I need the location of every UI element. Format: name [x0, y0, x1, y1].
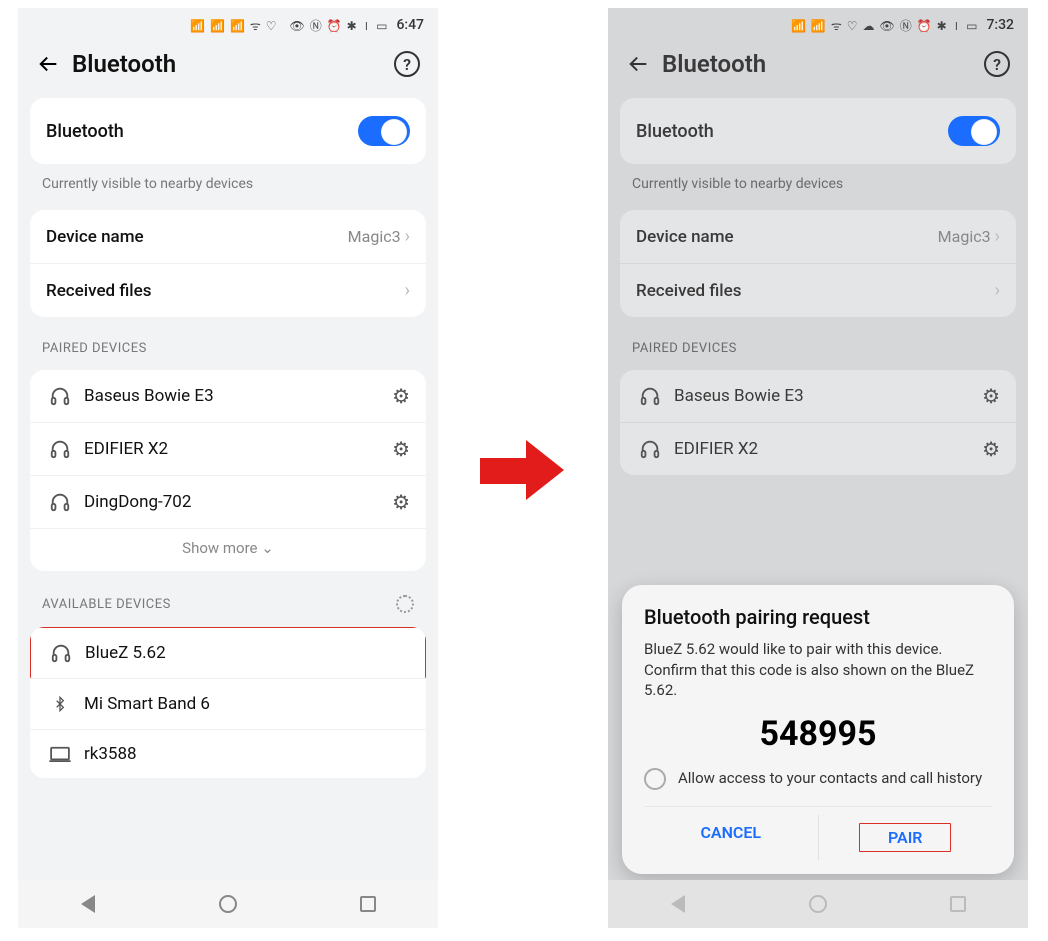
- device-label: Mi Smart Band 6: [84, 694, 410, 714]
- paired-device-row[interactable]: EDIFIER X2 ⚙: [30, 423, 426, 476]
- bluetooth-toggle-row[interactable]: Bluetooth: [620, 98, 1016, 164]
- available-devices-card: BlueZ 5.62 Mi Smart Band 6 rk3588: [30, 627, 426, 778]
- chevron-right-icon: ›: [405, 226, 410, 247]
- gear-icon[interactable]: ⚙: [982, 384, 1000, 408]
- available-section-title: AVAILABLE DEVICES: [18, 577, 438, 621]
- gear-icon[interactable]: ⚙: [392, 490, 410, 514]
- nav-home-button[interactable]: [808, 894, 828, 914]
- paired-device-row[interactable]: Baseus Bowie E3 ⚙: [620, 370, 1016, 423]
- help-icon[interactable]: ?: [984, 51, 1010, 77]
- pairing-code: 548995: [644, 714, 992, 754]
- page-title: Bluetooth: [662, 50, 984, 78]
- chevron-right-icon: ›: [995, 226, 1000, 247]
- allow-contacts-label: Allow access to your contacts and call h…: [678, 769, 982, 789]
- visibility-caption: Currently visible to nearby devices: [608, 170, 1028, 204]
- device-name-value: Magic3: [938, 227, 991, 246]
- chevron-right-icon: ›: [995, 280, 1000, 301]
- available-device-row[interactable]: rk3588: [30, 730, 426, 778]
- device-info-card: Device name Magic3 › Received files ›: [30, 210, 426, 317]
- available-device-bluez[interactable]: BlueZ 5.62: [30, 627, 426, 678]
- paired-devices-card: Baseus Bowie E3 ⚙ EDIFIER X2 ⚙: [620, 370, 1016, 475]
- nav-back-button[interactable]: [668, 894, 688, 914]
- screenshot-right: 📶 📶 ᯤ ♡ ☁ 👁 Ⓝ ⏰ ✱ ⏽ ▭ 7:32 Bluetooth ? B…: [608, 8, 1028, 928]
- allow-contacts-row[interactable]: Allow access to your contacts and call h…: [644, 768, 992, 790]
- dialog-buttons: CANCEL PAIR: [644, 806, 992, 860]
- device-name-label: Device name: [636, 227, 938, 247]
- device-label: BlueZ 5.62: [85, 643, 409, 663]
- back-button[interactable]: [36, 51, 62, 77]
- received-files-label: Received files: [636, 281, 995, 301]
- headphones-icon: [636, 438, 664, 460]
- navigation-bar: [18, 880, 438, 928]
- received-files-row[interactable]: Received files ›: [620, 264, 1016, 317]
- paired-device-row[interactable]: EDIFIER X2 ⚙: [620, 423, 1016, 475]
- status-icons: 📶 📶 ᯤ ♡ ☁ 👁 Ⓝ ⏰ ✱ ⏽ ▭: [791, 17, 978, 34]
- gear-icon[interactable]: ⚙: [392, 437, 410, 461]
- bluetooth-toggle[interactable]: [358, 116, 410, 146]
- headphones-icon: [47, 642, 75, 664]
- paired-device-row[interactable]: Baseus Bowie E3 ⚙: [30, 370, 426, 423]
- bluetooth-toggle-row[interactable]: Bluetooth: [30, 98, 426, 164]
- device-name-value: Magic3: [348, 227, 401, 246]
- device-name-row[interactable]: Device name Magic3 ›: [30, 210, 426, 264]
- pair-button[interactable]: PAIR: [818, 815, 993, 860]
- back-button[interactable]: [626, 51, 652, 77]
- screenshot-left: 📶 📶 📶 ᯤ ♡ 👁 Ⓝ ⏰ ✱ ⏽ ▭ 6:47 Bluetooth ? B…: [18, 8, 438, 928]
- bluetooth-toggle-card: Bluetooth: [30, 98, 426, 164]
- paired-section-title: PAIRED DEVICES: [608, 323, 1028, 364]
- nav-recent-button[interactable]: [358, 894, 378, 914]
- device-name-label: Device name: [46, 227, 348, 247]
- nav-home-button[interactable]: [218, 894, 238, 914]
- gear-icon[interactable]: ⚙: [392, 384, 410, 408]
- laptop-icon: [46, 746, 74, 762]
- device-label: DingDong-702: [84, 492, 392, 512]
- status-time: 7:32: [986, 17, 1014, 33]
- app-header: Bluetooth ?: [18, 36, 438, 92]
- page-title: Bluetooth: [72, 50, 394, 78]
- paired-devices-card: Baseus Bowie E3 ⚙ EDIFIER X2 ⚙ DingDong-…: [30, 370, 426, 571]
- status-bar: 📶 📶 📶 ᯤ ♡ 👁 Ⓝ ⏰ ✱ ⏽ ▭ 6:47: [18, 8, 438, 36]
- paired-device-row[interactable]: DingDong-702 ⚙: [30, 476, 426, 529]
- device-label: EDIFIER X2: [674, 439, 982, 459]
- received-files-row[interactable]: Received files ›: [30, 264, 426, 317]
- dialog-title: Bluetooth pairing request: [644, 605, 992, 629]
- bluetooth-toggle[interactable]: [948, 116, 1000, 146]
- transition-arrow-icon: [480, 440, 570, 500]
- status-bar: 📶 📶 ᯤ ♡ ☁ 👁 Ⓝ ⏰ ✱ ⏽ ▭ 7:32: [608, 8, 1028, 36]
- pairing-dialog: Bluetooth pairing request BlueZ 5.62 wou…: [622, 585, 1014, 874]
- gear-icon[interactable]: ⚙: [982, 437, 1000, 461]
- device-label: Baseus Bowie E3: [674, 386, 982, 406]
- help-icon[interactable]: ?: [394, 51, 420, 77]
- status-time: 6:47: [396, 17, 424, 33]
- headphones-icon: [636, 385, 664, 407]
- dialog-body: BlueZ 5.62 would like to pair with this …: [644, 639, 992, 700]
- app-header: Bluetooth ?: [608, 36, 1028, 92]
- headphones-icon: [46, 491, 74, 513]
- nav-recent-button[interactable]: [948, 894, 968, 914]
- radio-unchecked-icon[interactable]: [644, 768, 666, 790]
- bluetooth-toggle-card: Bluetooth: [620, 98, 1016, 164]
- device-info-card: Device name Magic3 › Received files ›: [620, 210, 1016, 317]
- bluetooth-icon: [46, 693, 74, 715]
- nav-back-button[interactable]: [78, 894, 98, 914]
- scanning-spinner-icon: [396, 595, 414, 613]
- chevron-right-icon: ›: [405, 280, 410, 301]
- visibility-caption: Currently visible to nearby devices: [18, 170, 438, 204]
- device-label: EDIFIER X2: [84, 439, 392, 459]
- headphones-icon: [46, 438, 74, 460]
- device-label: rk3588: [84, 744, 410, 764]
- cancel-button[interactable]: CANCEL: [644, 815, 818, 860]
- device-label: Baseus Bowie E3: [84, 386, 392, 406]
- status-icons: 📶 📶 📶 ᯤ ♡ 👁 Ⓝ ⏰ ✱ ⏽ ▭: [190, 17, 388, 34]
- received-files-label: Received files: [46, 281, 405, 301]
- navigation-bar: [608, 880, 1028, 928]
- device-name-row[interactable]: Device name Magic3 ›: [620, 210, 1016, 264]
- show-more-button[interactable]: Show more ⌄: [30, 529, 426, 571]
- chevron-down-icon: ⌄: [261, 539, 274, 557]
- headphones-icon: [46, 385, 74, 407]
- bluetooth-label: Bluetooth: [46, 121, 358, 142]
- available-device-row[interactable]: Mi Smart Band 6: [30, 678, 426, 730]
- bluetooth-label: Bluetooth: [636, 121, 948, 142]
- paired-section-title: PAIRED DEVICES: [18, 323, 438, 364]
